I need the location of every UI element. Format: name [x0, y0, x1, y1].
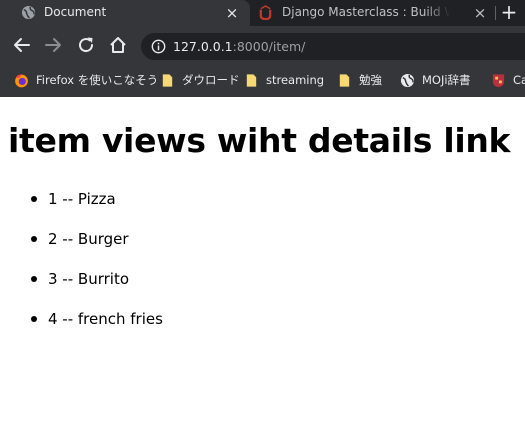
- tab-separator: [495, 6, 496, 20]
- folder-icon: [339, 73, 350, 87]
- bookmark-study-folder[interactable]: 勉強: [337, 71, 382, 89]
- tab-document[interactable]: Document ×: [0, 0, 250, 26]
- tab-strip: Document × Django Masterclass : Build We…: [0, 0, 525, 26]
- url-host: 127.0.0.1: [173, 39, 233, 54]
- bookmark-label: 勉強: [359, 73, 382, 87]
- university-icon: [492, 73, 505, 87]
- item-link[interactable]: 3 -- Burrito: [48, 270, 129, 288]
- browser-toolbar: 127.0.0.1:8000/item/: [0, 26, 525, 62]
- list-item: 4 -- french fries: [0, 307, 300, 331]
- folder-icon: [246, 73, 257, 87]
- bookmark-label: Firefox を使いこなそう: [36, 73, 159, 87]
- firefox-icon: [15, 73, 28, 87]
- list-item: 3 -- Burrito: [0, 267, 300, 291]
- globe-icon: [400, 73, 415, 87]
- bookmark-download-folder[interactable]: ダウロード: [160, 71, 240, 89]
- bookmark-label: streaming: [266, 73, 325, 87]
- home-button[interactable]: [108, 35, 128, 55]
- item-link[interactable]: 1 -- Pizza: [48, 190, 116, 208]
- bookmark-university[interactable]: Ca: [491, 71, 525, 89]
- folder-icon: [162, 73, 173, 87]
- bookmarks-bar: Firefox を使いこなそう ダウロード streaming 勉強 MOJi辞…: [0, 62, 525, 97]
- back-arrow-icon: [14, 38, 30, 52]
- bookmark-label: MOJi辞書: [422, 73, 471, 87]
- reload-icon: [79, 37, 94, 53]
- url-path: :8000/item/: [232, 39, 306, 54]
- browser-chrome: Document × Django Masterclass : Build We…: [0, 0, 525, 97]
- page-title: item views wiht details link: [8, 121, 511, 160]
- info-icon[interactable]: [151, 39, 166, 54]
- tab-title: Django Masterclass : Build Web Apps: [282, 5, 450, 19]
- close-tab-icon[interactable]: ×: [224, 5, 240, 21]
- globe-icon: [21, 5, 36, 20]
- bullet: [31, 276, 37, 282]
- url-text: 127.0.0.1:8000/item/: [173, 39, 305, 54]
- bookmark-moji-dictionary[interactable]: MOJi辞書: [400, 71, 471, 89]
- close-tab-icon[interactable]: ×: [472, 5, 488, 21]
- bullet: [31, 316, 37, 322]
- list-item: 2 -- Burger: [0, 227, 300, 251]
- page-content: item views wiht details link 1 -- Pizza …: [0, 97, 525, 426]
- back-button[interactable]: [12, 35, 32, 55]
- address-bar[interactable]: 127.0.0.1:8000/item/: [141, 33, 525, 60]
- reload-button[interactable]: [76, 35, 96, 55]
- forward-button[interactable]: [43, 35, 63, 55]
- bookmark-label: Ca: [513, 73, 525, 87]
- bookmark-streaming-folder[interactable]: streaming: [244, 71, 324, 89]
- udemy-icon: [259, 5, 272, 20]
- list-item: 1 -- Pizza: [0, 187, 300, 211]
- bookmark-label: ダウロード: [182, 73, 240, 87]
- item-link[interactable]: 2 -- Burger: [48, 230, 129, 248]
- tab-title: Document: [44, 5, 107, 19]
- home-icon: [110, 37, 126, 53]
- bullet: [31, 236, 37, 242]
- forward-arrow-icon: [45, 38, 61, 52]
- bookmark-firefox[interactable]: Firefox を使いこなそう: [14, 71, 158, 89]
- tab-django-masterclass[interactable]: Django Masterclass : Build Web Apps ×: [250, 0, 495, 26]
- new-tab-button[interactable]: +: [499, 2, 519, 23]
- bullet: [31, 196, 37, 202]
- item-link[interactable]: 4 -- french fries: [48, 310, 163, 328]
